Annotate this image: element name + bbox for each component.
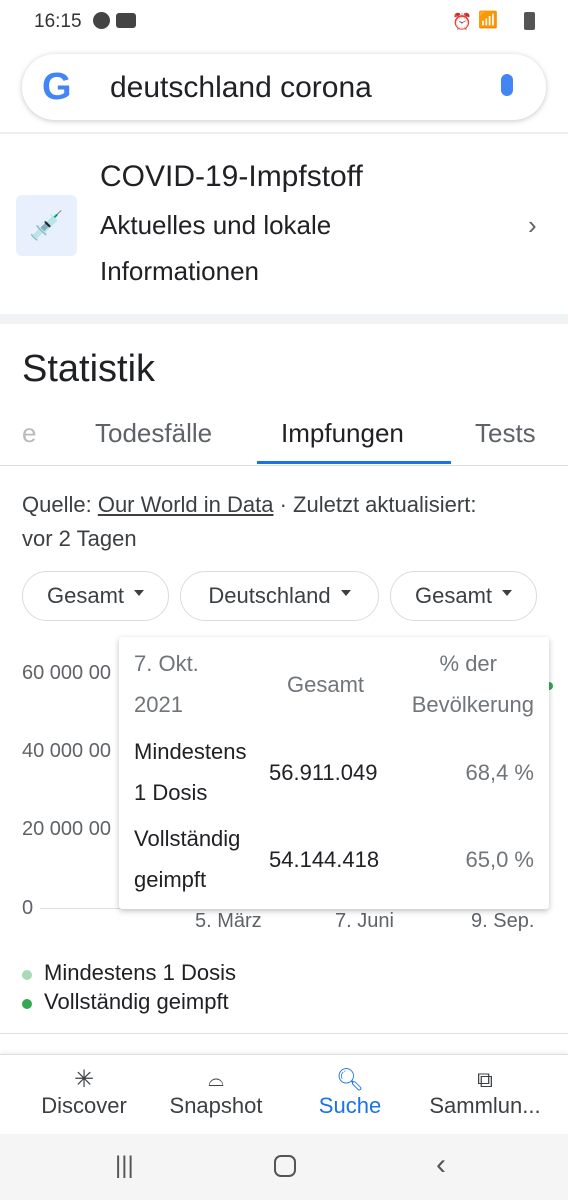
- google-logo-icon: G: [42, 66, 72, 108]
- microphone-icon[interactable]: [501, 74, 513, 96]
- legend-item: Mindestens 1 Dosis: [22, 960, 236, 986]
- search-bar[interactable]: G deutschland corona: [22, 54, 546, 120]
- tab-tests[interactable]: Tests: [475, 418, 536, 449]
- divider: [0, 132, 568, 134]
- snapshot-icon: ⌓: [208, 1069, 224, 1091]
- filter-region-dropdown[interactable]: Deutschland: [180, 571, 379, 621]
- tooltip-date: 7. Okt.: [134, 651, 199, 676]
- tooltip-col-pct: % der: [439, 651, 497, 676]
- status-bar: 16:15 ⏰ 📶: [0, 0, 568, 44]
- nav-label: Discover: [41, 1093, 127, 1118]
- system-navigation-bar: ||| ‹: [0, 1134, 568, 1200]
- nav-label: Snapshot: [169, 1093, 263, 1118]
- tab-deaths[interactable]: Todesfälle: [95, 418, 212, 449]
- source-info: Quelle: Our World in Data · Zuletzt aktu…: [22, 488, 552, 556]
- nav-label: Suche: [318, 1093, 382, 1118]
- filter-label: Gesamt: [414, 583, 493, 608]
- caret-down-icon: [134, 590, 145, 596]
- wifi-icon: 📶: [478, 12, 498, 29]
- chart-tooltip: 7. Okt. 2021 Gesamt % der Bevölkerung Mi…: [119, 637, 549, 909]
- tooltip-row-pct: 65,0 %: [465, 847, 535, 872]
- vaccine-card[interactable]: 💉 COVID-19-Impfstoff Aktuelles und lokal…: [0, 140, 568, 314]
- tooltip-row-pct: 68,4 %: [465, 760, 535, 785]
- card-title: COVID-19-Impfstoff: [100, 160, 363, 193]
- source-link[interactable]: Our World in Data: [98, 492, 274, 517]
- nav-search[interactable]: 🔍︎ Suche: [310, 1067, 390, 1119]
- nav-label: Sammlun...: [429, 1093, 541, 1118]
- y-tick: 60 000 00: [22, 662, 111, 684]
- legend-label: Vollständig geimpft: [44, 989, 229, 1014]
- section-separator: [0, 314, 568, 324]
- filter-label: Gesamt: [46, 583, 125, 608]
- chevron-right-icon: ›: [528, 210, 537, 240]
- legend-item: Vollständig geimpft: [22, 989, 229, 1015]
- recent-apps-icon[interactable]: |||: [115, 1152, 134, 1180]
- card-subtitle-2: Informationen: [100, 256, 259, 286]
- divider: [0, 1033, 568, 1034]
- legend-dot-icon: [22, 999, 32, 1009]
- clock: 16:15: [34, 11, 82, 32]
- filter-label: Deutschland: [208, 583, 331, 608]
- syringe-icon: 💉: [16, 195, 77, 256]
- back-icon[interactable]: ‹: [436, 1148, 446, 1182]
- bottom-navigation: ✳ Discover ⌓ Snapshot 🔍︎ Suche ⧉ Sammlun...: [0, 1054, 568, 1134]
- filter-dose-dropdown[interactable]: Gesamt: [390, 571, 537, 621]
- section-title: Statistik: [22, 348, 156, 390]
- caret-down-icon: [502, 590, 513, 596]
- alarm-icon: ⏰: [452, 14, 472, 31]
- y-tick: 20 000 00: [22, 818, 111, 840]
- tooltip-row-total: 56.911.049: [269, 760, 378, 785]
- tab-vaccinations[interactable]: Impfungen: [281, 418, 404, 449]
- stats-tabs: e Todesfälle Impfungen Tests: [0, 410, 568, 466]
- filter-type-dropdown[interactable]: Gesamt: [22, 571, 169, 621]
- tooltip-row-label-2: geimpft: [134, 867, 207, 892]
- caret-down-icon: [340, 590, 351, 596]
- source-label: Quelle:: [22, 492, 98, 517]
- y-tick: 0: [22, 897, 34, 919]
- tooltip-col-pct-2: Bevölkerung: [411, 692, 534, 717]
- nav-snapshot[interactable]: ⌓ Snapshot: [160, 1067, 272, 1119]
- legend-label: Mindestens 1 Dosis: [44, 960, 236, 985]
- bookmark-icon: ⧉: [477, 1067, 493, 1092]
- tooltip-row-total: 54.144.418: [269, 847, 380, 872]
- tooltip-row-label: Vollständig: [134, 826, 241, 851]
- chrome-icon: [93, 12, 110, 29]
- asterisk-icon: ✳: [73, 1066, 95, 1093]
- tab-cases[interactable]: e: [22, 418, 36, 449]
- search-icon: 🔍︎: [336, 1067, 364, 1092]
- battery-icon: [524, 12, 535, 30]
- legend-dot-icon: [22, 970, 32, 980]
- active-tab-indicator: [257, 461, 451, 464]
- x-tick: 5. März: [195, 910, 262, 932]
- card-subtitle: Aktuelles und lokale: [100, 210, 332, 240]
- tooltip-row-label: Mindestens: [134, 739, 247, 764]
- nav-discover[interactable]: ✳ Discover: [32, 1067, 136, 1119]
- x-tick: 7. Juni: [335, 910, 394, 932]
- tooltip-row-label-2: 1 Dosis: [134, 780, 208, 805]
- y-tick: 40 000 00: [22, 740, 111, 762]
- x-tick: 9. Sep.: [471, 910, 535, 932]
- updated-label: · Zuletzt aktualisiert:: [273, 492, 477, 517]
- updated-value: vor 2 Tagen: [22, 526, 137, 551]
- search-input[interactable]: deutschland corona: [110, 71, 372, 105]
- home-icon[interactable]: [274, 1155, 296, 1177]
- tooltip-year: 2021: [134, 692, 183, 717]
- tooltip-col-total: Gesamt: [287, 672, 365, 697]
- nav-collections[interactable]: ⧉ Sammlun...: [420, 1067, 550, 1119]
- youtube-icon: [116, 13, 136, 28]
